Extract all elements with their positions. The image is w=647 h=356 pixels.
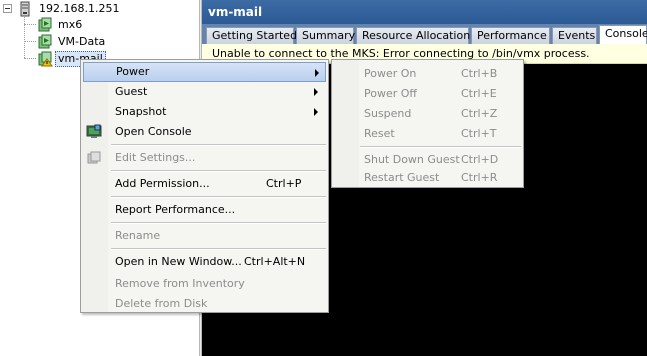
menu-item-delete-from-disk: Delete from Disk (83, 294, 326, 314)
menu-item-open-new-window[interactable]: Open in New Window... Ctrl+Alt+N (83, 252, 326, 272)
submenu-arrow-icon (315, 69, 319, 77)
menu-item-restart-guest: Restart Guest Ctrl+R (334, 168, 521, 188)
menu-item-shortcut: Ctrl+E (461, 87, 497, 100)
menu-item-shortcut: Ctrl+P (266, 177, 302, 190)
menu-item-suspend: Suspend Ctrl+Z (334, 104, 521, 124)
menu-item-label: Add Permission... (115, 177, 210, 190)
menu-separator (111, 170, 326, 172)
server-icon (17, 1, 33, 17)
menu-separator (111, 248, 326, 250)
tab-console[interactable]: Console (599, 25, 647, 44)
menu-item-label: Reset (364, 127, 395, 140)
menu-separator (111, 222, 326, 224)
menu-item-edit-settings: Edit Settings... (83, 148, 326, 168)
menu-item-label: Shut Down Guest (364, 153, 460, 166)
virtual-machine-warning-icon (37, 51, 53, 67)
menu-item-label: Report Performance... (115, 203, 236, 216)
power-submenu: Power On Ctrl+B Power Off Ctrl+E Suspend… (331, 59, 524, 188)
menu-separator (111, 196, 326, 198)
menu-separator (360, 146, 521, 148)
vm-label: VM-Data (58, 35, 106, 48)
menu-item-shortcut: Ctrl+Alt+N (244, 255, 306, 268)
menu-item-reset: Reset Ctrl+T (334, 124, 521, 144)
submenu-arrow-icon (314, 108, 318, 116)
tree-item-vm[interactable]: VM-Data (0, 33, 200, 51)
menu-item-label: Suspend (364, 107, 412, 120)
menu-item-shortcut: Ctrl+Z (461, 107, 498, 120)
menu-item-label: Snapshot (115, 105, 167, 118)
menu-item-label: Open Console (115, 125, 192, 138)
menu-item-power-off: Power Off Ctrl+E (334, 84, 521, 104)
edit-settings-icon (86, 150, 102, 166)
menu-item-shut-down-guest: Shut Down Guest Ctrl+D (334, 150, 521, 170)
menu-item-report-performance[interactable]: Report Performance... (83, 200, 326, 220)
menu-item-rename: Rename (83, 226, 326, 246)
tree-item-vm[interactable]: mx6 (0, 16, 200, 34)
tab-events[interactable]: Events (552, 27, 597, 44)
tab-resource-allocation[interactable]: Resource Allocation (356, 27, 470, 44)
menu-item-shortcut: Ctrl+T (461, 127, 497, 140)
menu-item-label: Remove from Inventory (115, 277, 245, 290)
menu-item-add-permission[interactable]: Add Permission... Ctrl+P (83, 174, 326, 194)
virtual-machine-icon (37, 17, 53, 33)
menu-item-shortcut: Ctrl+R (461, 171, 498, 184)
menu-item-label: Delete from Disk (115, 297, 208, 310)
tab-performance[interactable]: Performance (471, 27, 550, 44)
menu-item-label: Power Off (364, 87, 417, 100)
collapse-icon[interactable] (3, 4, 12, 13)
menu-item-shortcut: Ctrl+D (461, 153, 499, 166)
menu-item-label: Open in New Window... (115, 255, 242, 268)
tab-strip: Getting Started Summary Resource Allocat… (202, 24, 647, 44)
open-console-icon (86, 124, 102, 140)
virtual-machine-icon (37, 34, 53, 50)
vm-label: mx6 (58, 18, 83, 31)
menu-item-shortcut: Ctrl+B (461, 67, 498, 80)
tab-summary[interactable]: Summary (296, 27, 355, 44)
menu-item-remove-from-inventory: Remove from Inventory (83, 274, 326, 294)
menu-item-open-console[interactable]: Open Console (83, 122, 326, 142)
menu-item-label: Edit Settings... (115, 151, 196, 164)
context-menu: Power Guest Snapshot Open Console Edit S… (80, 59, 329, 313)
submenu-arrow-icon (314, 88, 318, 96)
menu-item-label: Power On (364, 67, 417, 80)
menu-item-guest[interactable]: Guest (83, 82, 326, 102)
menu-item-label: Restart Guest (364, 171, 440, 184)
menu-separator (111, 144, 326, 146)
menu-item-power-on: Power On Ctrl+B (334, 64, 521, 84)
tab-getting-started[interactable]: Getting Started (206, 27, 297, 44)
menu-item-power[interactable]: Power (83, 62, 326, 82)
page-title: vm-mail (202, 0, 647, 24)
menu-item-label: Guest (115, 85, 148, 98)
menu-item-label: Rename (115, 229, 161, 242)
menu-item-label: Power (116, 65, 150, 78)
menu-item-snapshot[interactable]: Snapshot (83, 102, 326, 122)
